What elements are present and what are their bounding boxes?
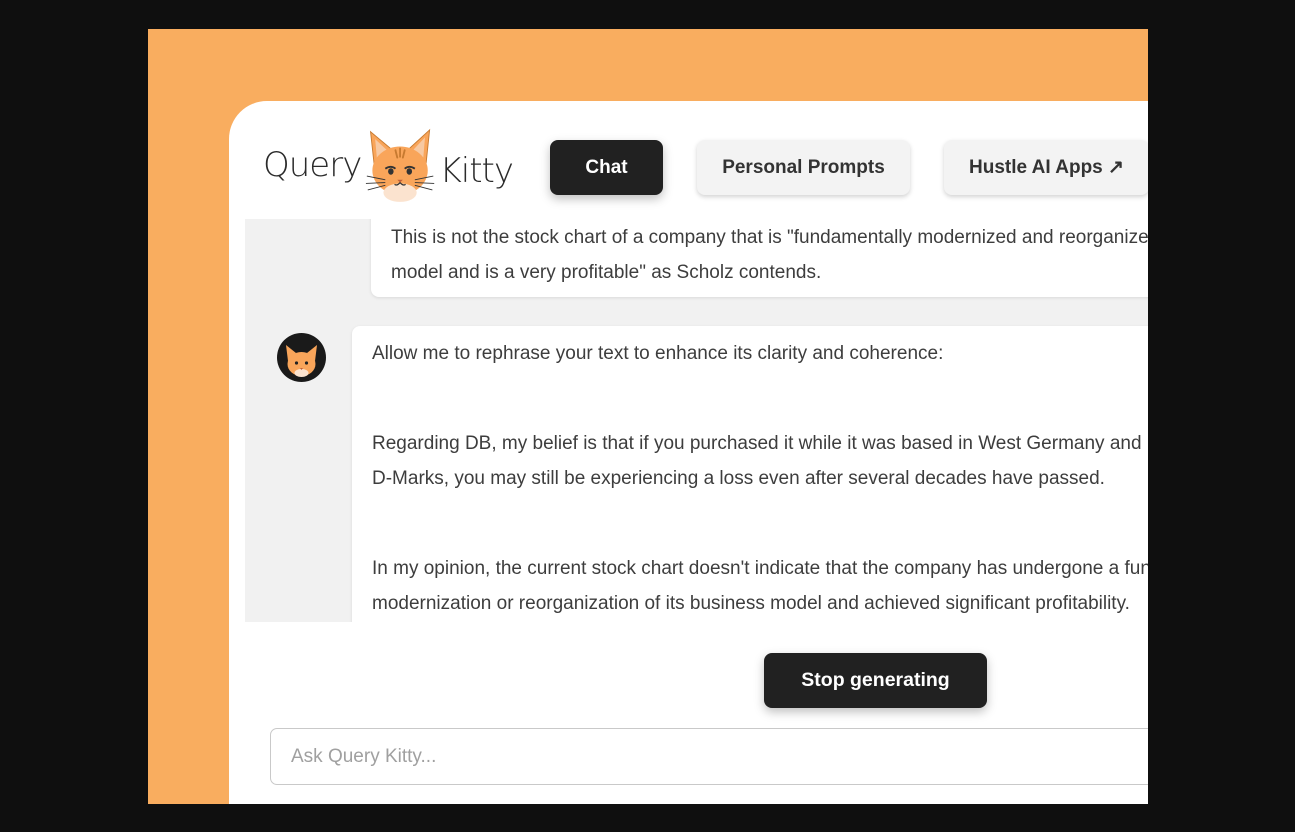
user-message-bubble: This is not the stock chart of a company… (371, 219, 1148, 297)
nav-personal-prompts-button[interactable]: Personal Prompts (697, 140, 910, 195)
assistant-paragraph-1: Allow me to rephrase your text to enhanc… (372, 343, 944, 364)
nav-hustle-ai-apps-link[interactable]: Hustle AI Apps ↗ (944, 140, 1148, 195)
stop-generating-button[interactable]: Stop generating (764, 653, 987, 708)
nav-chat-button[interactable]: Chat (550, 140, 663, 195)
user-message-line-1: This is not the stock chart of a company… (391, 227, 1148, 248)
chat-input[interactable] (270, 728, 1148, 785)
assistant-paragraph-3-line-1: In my opinion, the current stock chart d… (372, 558, 1148, 579)
cat-face-icon (366, 128, 435, 202)
app-window: Query Kitty Chat Personal Prompts Hustle… (229, 101, 1148, 804)
cat-avatar-icon (277, 333, 326, 382)
assistant-paragraph-2-line-2: D-Marks, you may still be experiencing a… (372, 468, 1105, 489)
query-kitty-logo[interactable]: Query Kitty (263, 125, 514, 205)
assistant-paragraph-2-line-1: Regarding DB, my belief is that if you p… (372, 433, 1148, 454)
logo-word-kitty: Kitty (439, 151, 514, 191)
assistant-message-bubble: Allow me to rephrase your text to enhanc… (352, 326, 1148, 622)
logo-word-query: Query (263, 145, 362, 185)
assistant-paragraph-3-line-2: modernization or reorganization of its b… (372, 593, 1130, 614)
user-message-line-2: model and is a very profitable" as Schol… (391, 262, 822, 283)
chat-messages-area[interactable]: This is not the stock chart of a company… (245, 219, 1148, 622)
app-backdrop-frame: Query Kitty Chat Personal Prompts Hustle… (148, 29, 1148, 804)
